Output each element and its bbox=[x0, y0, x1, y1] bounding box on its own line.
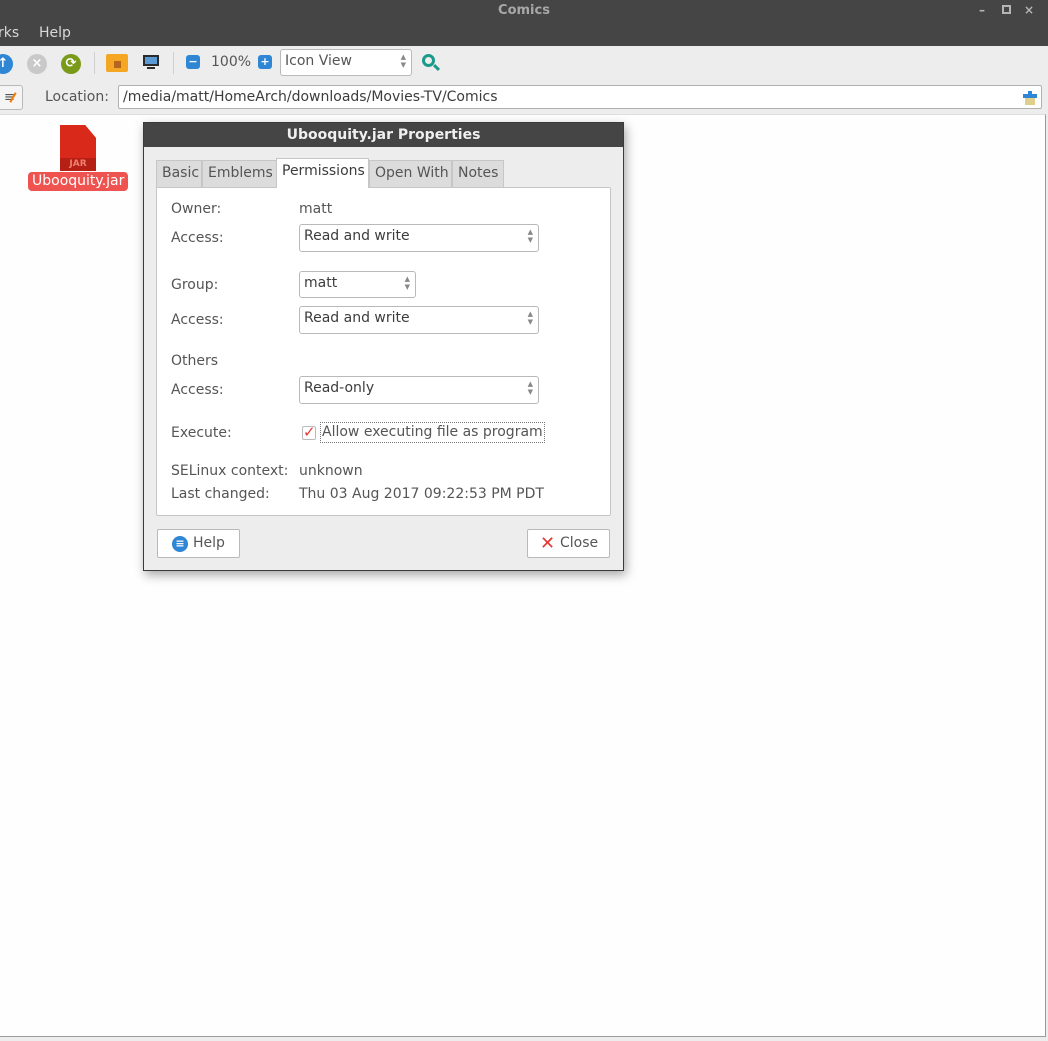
owner-access-select[interactable]: Read and write ▲ ▼ bbox=[299, 224, 539, 252]
others-label: Others bbox=[171, 353, 219, 369]
owner-value: matt bbox=[299, 201, 333, 217]
search-icon[interactable] bbox=[421, 53, 441, 73]
toolbar-separator bbox=[173, 52, 174, 74]
last-changed-label: Last changed: bbox=[171, 486, 270, 502]
toolbar: ↑ × ⟳ − 100% + Icon View ▲ ▼ bbox=[0, 46, 1048, 82]
stop-icon[interactable]: × bbox=[27, 54, 47, 74]
help-icon: ≡ bbox=[172, 536, 188, 552]
tab-emblems[interactable]: Emblems bbox=[202, 160, 277, 187]
menu-help[interactable]: Help bbox=[39, 25, 71, 41]
zoom-level: 100% bbox=[211, 54, 252, 70]
group-access-select[interactable]: Read and write ▲ ▼ bbox=[299, 306, 539, 334]
home-glyph bbox=[114, 61, 121, 68]
checkmark-icon: ✓ bbox=[303, 423, 316, 441]
spinner-arrows-icon: ▲ ▼ bbox=[527, 228, 533, 244]
up-arrow-icon[interactable]: ↑ bbox=[0, 54, 13, 74]
close-icon: ✕ bbox=[540, 533, 556, 554]
execute-label: Execute: bbox=[171, 425, 232, 441]
execute-checkbox-label[interactable]: Allow executing file as program bbox=[320, 422, 545, 443]
menubar: rks Help bbox=[0, 23, 1048, 46]
spinner-arrows-icon: ▲ ▼ bbox=[527, 310, 533, 326]
permissions-panel: Owner: matt Access: Read and write ▲ ▼ Gr… bbox=[156, 187, 611, 516]
menu-bookmarks[interactable]: rks bbox=[0, 25, 19, 41]
last-changed-value: Thu 03 Aug 2017 09:22:53 PM PDT bbox=[299, 486, 544, 502]
location-label: Location: bbox=[45, 89, 109, 105]
spinner-arrows-icon: ▲ ▼ bbox=[404, 275, 410, 291]
toggle-location-button[interactable]: ≡ bbox=[0, 85, 23, 110]
tab-basic[interactable]: Basic bbox=[156, 160, 202, 187]
help-button[interactable]: ≡ Help bbox=[157, 529, 240, 558]
close-window-button[interactable]: × bbox=[1022, 3, 1036, 17]
group-label: Group: bbox=[171, 277, 219, 293]
zoom-in-button[interactable]: + bbox=[258, 55, 272, 69]
jar-file-icon: JAR bbox=[60, 125, 96, 171]
minimize-button[interactable]: – bbox=[975, 3, 989, 17]
selinux-value: unknown bbox=[299, 463, 363, 479]
selinux-label: SELinux context: bbox=[171, 463, 289, 479]
owner-label: Owner: bbox=[171, 201, 222, 217]
owner-access-label: Access: bbox=[171, 230, 224, 246]
spinner-arrows-icon: ▲ ▼ bbox=[400, 53, 406, 69]
view-mode-select[interactable]: Icon View ▲ ▼ bbox=[280, 49, 412, 76]
tab-notes[interactable]: Notes bbox=[452, 160, 504, 187]
location-value: /media/matt/HomeArch/downloads/Movies-TV… bbox=[123, 89, 498, 105]
others-access-label: Access: bbox=[171, 382, 224, 398]
close-button[interactable]: ✕ Close bbox=[527, 529, 610, 558]
clear-location-icon[interactable] bbox=[1023, 91, 1037, 105]
file-item[interactable]: JAR Ubooquity.jar bbox=[28, 124, 129, 194]
location-bar: ≡ Location: /media/matt/HomeArch/downloa… bbox=[0, 82, 1048, 114]
window-titlebar: Comics – × bbox=[0, 0, 1048, 23]
toolbar-separator bbox=[94, 52, 95, 74]
window-title: Comics bbox=[498, 3, 550, 18]
reload-icon[interactable]: ⟳ bbox=[61, 54, 81, 74]
tab-open-with[interactable]: Open With bbox=[369, 160, 452, 187]
file-name: Ubooquity.jar bbox=[28, 172, 129, 191]
spinner-arrows-icon: ▲ ▼ bbox=[527, 380, 533, 396]
computer-icon[interactable] bbox=[142, 55, 160, 71]
maximize-button[interactable] bbox=[999, 3, 1013, 17]
dialog-title: Ubooquity.jar Properties bbox=[144, 123, 623, 147]
execute-checkbox[interactable]: ✓ bbox=[302, 423, 316, 441]
group-select[interactable]: matt ▲ ▼ bbox=[299, 271, 416, 298]
view-mode-value: Icon View bbox=[285, 53, 352, 69]
location-input[interactable]: /media/matt/HomeArch/downloads/Movies-TV… bbox=[118, 85, 1042, 109]
maximize-icon bbox=[1001, 5, 1011, 14]
others-access-select[interactable]: Read-only ▲ ▼ bbox=[299, 376, 539, 404]
home-folder-icon[interactable] bbox=[106, 54, 128, 72]
properties-dialog: Ubooquity.jar Properties Basic Emblems P… bbox=[143, 122, 624, 571]
group-access-label: Access: bbox=[171, 312, 224, 328]
zoom-out-button[interactable]: − bbox=[186, 55, 200, 69]
tab-permissions[interactable]: Permissions bbox=[276, 158, 369, 188]
